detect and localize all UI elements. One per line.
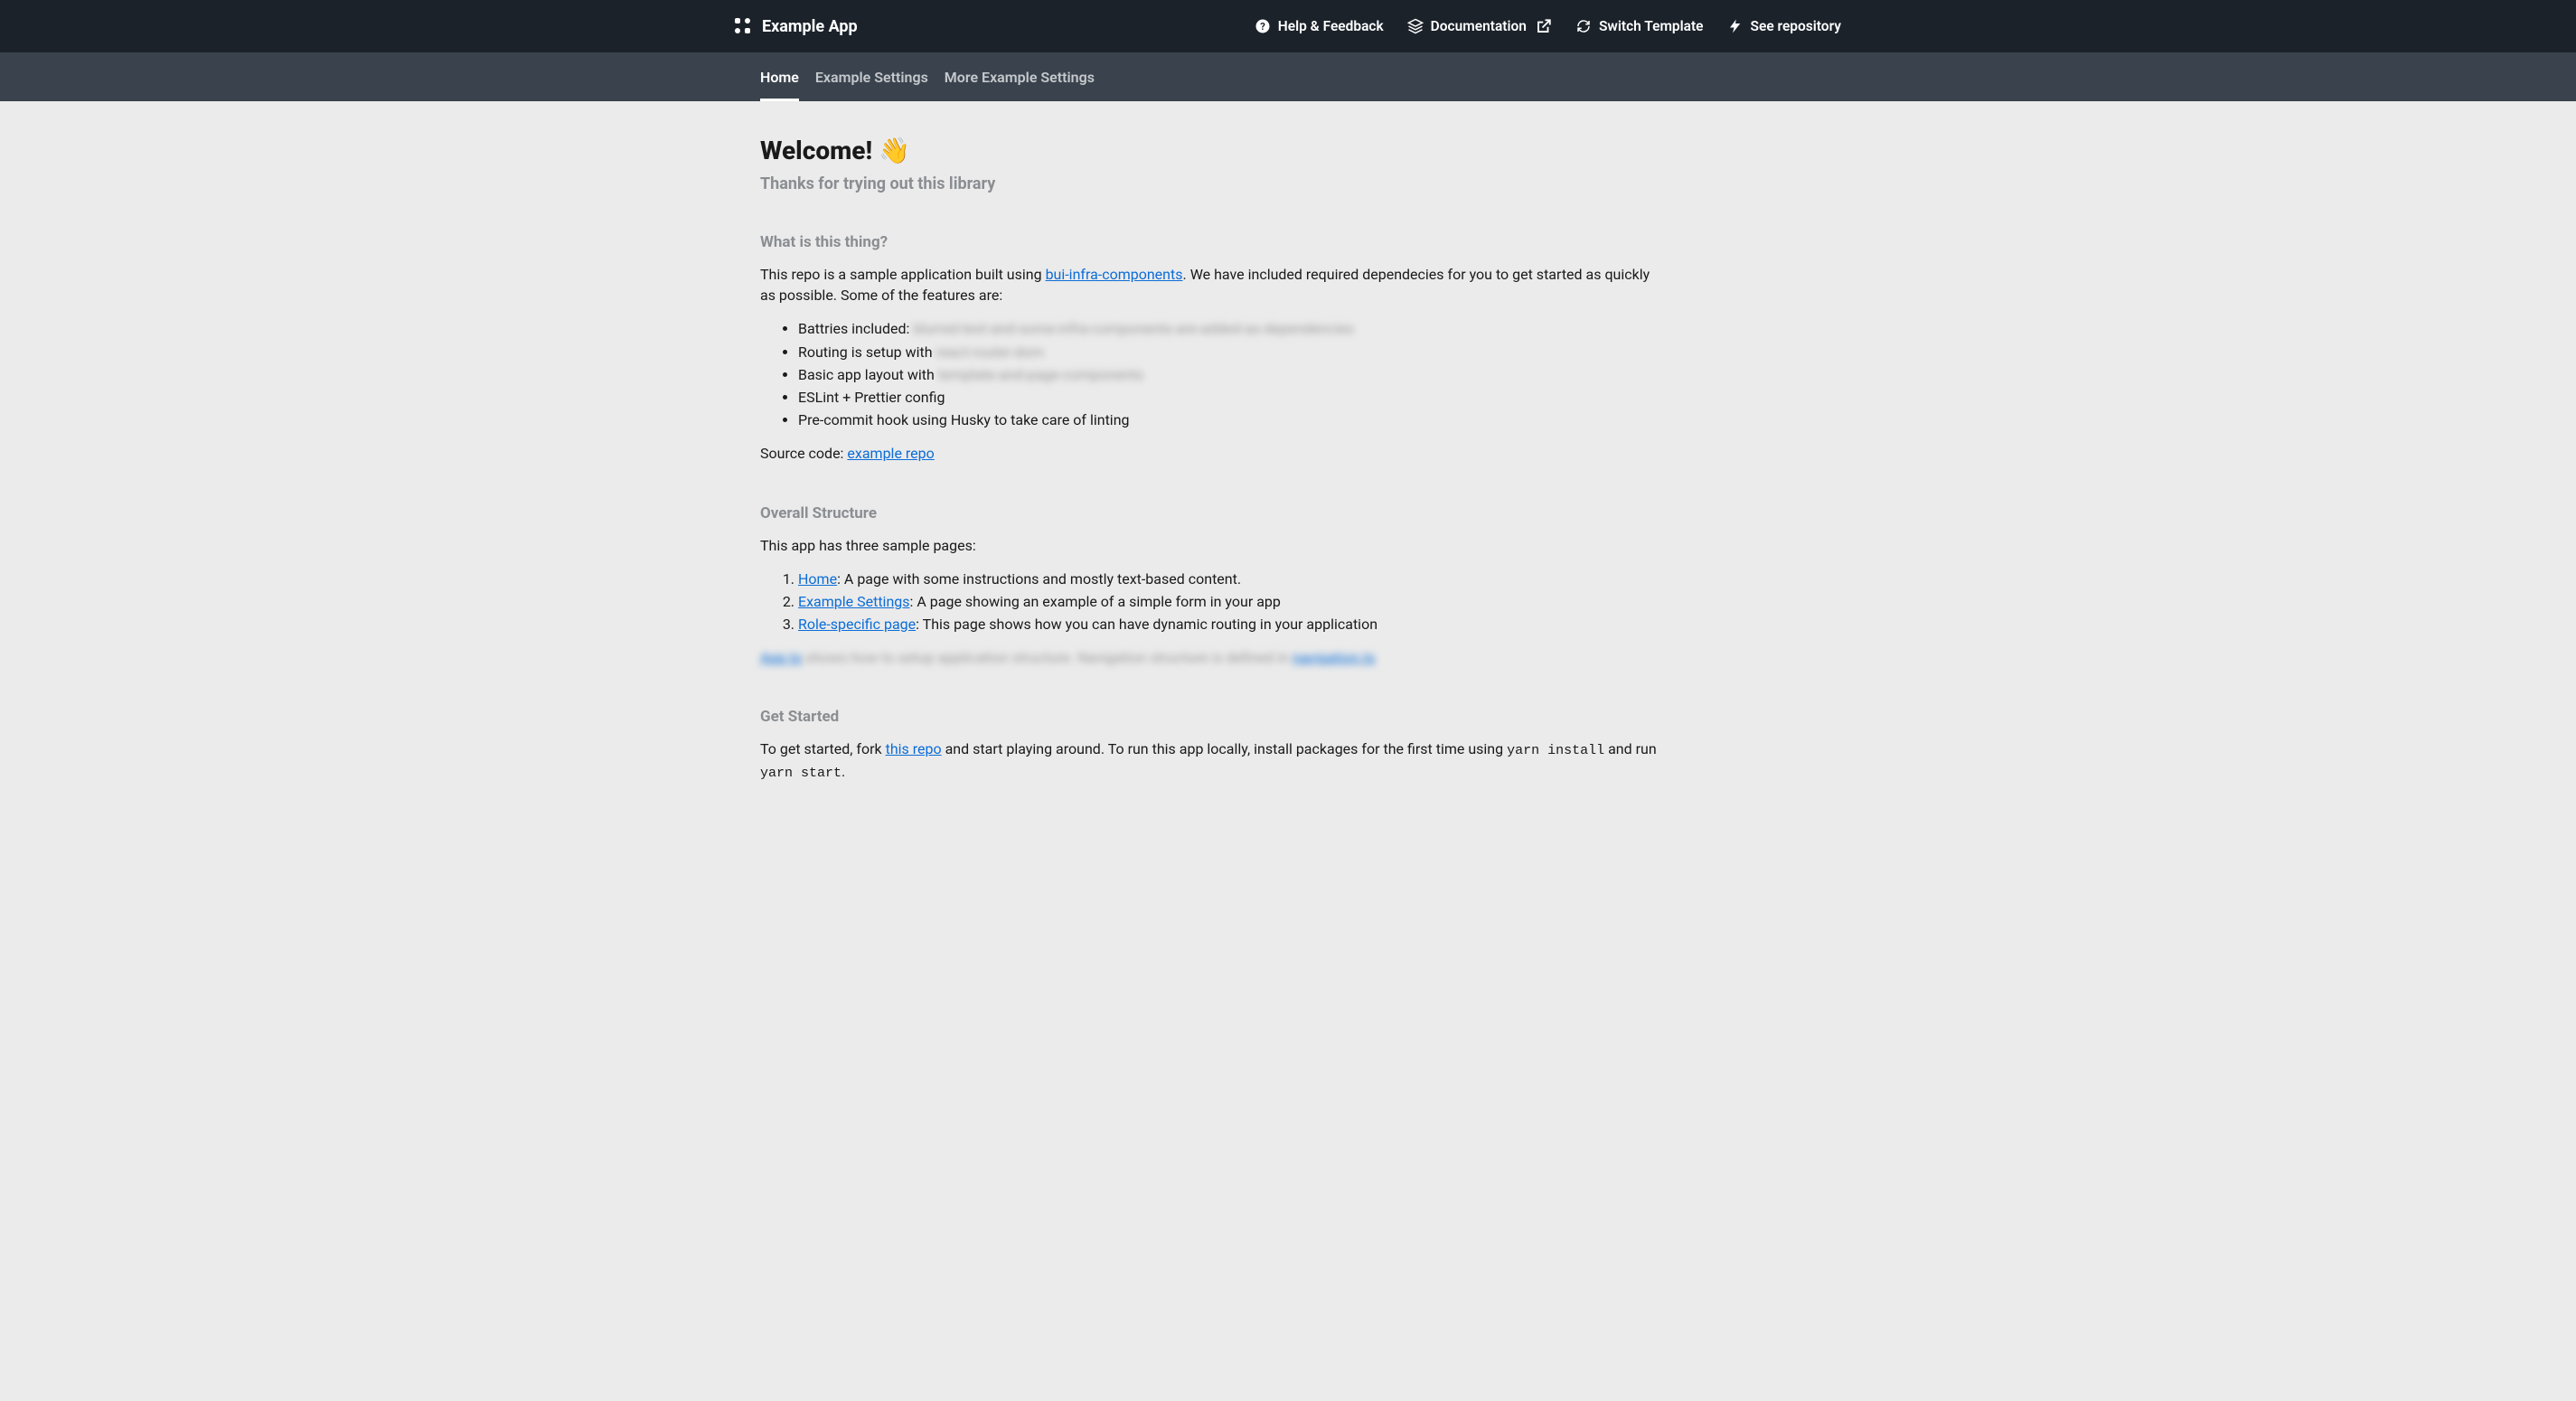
getstarted-text: To get started, fork this repo and start… [760, 738, 1664, 784]
see-repository-label: See repository [1751, 18, 1841, 34]
section-heading-what: What is this thing? [760, 233, 1664, 251]
main-content: Welcome! 👋 Thanks for trying out this li… [610, 101, 1966, 851]
list-item: Basic app layout with template-and-page-… [798, 364, 1664, 385]
switch-template-link[interactable]: Switch Template [1575, 18, 1704, 34]
tab-example-settings[interactable]: Example Settings [815, 54, 928, 101]
page-subtitle: Thanks for trying out this library [760, 174, 1664, 193]
this-repo-link[interactable]: this repo [886, 740, 942, 757]
external-link-icon [1536, 18, 1552, 34]
home-page-link[interactable]: Home [798, 570, 837, 588]
help-feedback-label: Help & Feedback [1278, 18, 1384, 34]
app-title: Example App [762, 17, 858, 36]
structure-intro: This app has three sample pages: [760, 535, 1664, 556]
refresh-icon [1575, 18, 1592, 34]
tab-more-example-settings[interactable]: More Example Settings [945, 54, 1095, 101]
switch-template-label: Switch Template [1599, 18, 1704, 34]
tab-home[interactable]: Home [760, 54, 799, 101]
top-links: ? Help & Feedback Documentation Switch T… [1255, 18, 1841, 34]
app-logo-icon [735, 18, 751, 34]
source-code-line: Source code: example repo [760, 443, 1664, 464]
structure-blurred-line: App.ts shows how to setup application st… [760, 647, 1664, 668]
docs-icon [1407, 18, 1424, 34]
page-title: Welcome! 👋 [760, 136, 1664, 165]
top-bar: Example App ? Help & Feedback Documentat… [0, 0, 2576, 52]
list-item: ESLint + Prettier config [798, 387, 1664, 408]
features-list: Battries included: blurred-text-and-some… [760, 318, 1664, 430]
help-feedback-link[interactable]: ? Help & Feedback [1255, 18, 1384, 34]
section-what-intro: This repo is a sample application built … [760, 264, 1664, 306]
pages-list: Home: A page with some instructions and … [760, 569, 1664, 635]
section-heading-structure: Overall Structure [760, 504, 1664, 522]
list-item: Pre-commit hook using Husky to take care… [798, 409, 1664, 430]
lightning-icon [1727, 18, 1744, 34]
documentation-link[interactable]: Documentation [1407, 18, 1552, 34]
list-item: Home: A page with some instructions and … [798, 569, 1664, 589]
svg-text:?: ? [1260, 21, 1265, 33]
yarn-start-code: yarn start [760, 766, 841, 781]
intro-text-before: This repo is a sample application built … [760, 266, 1046, 283]
bui-infra-components-link[interactable]: bui-infra-components [1046, 266, 1183, 283]
list-item: Role-specific page: This page shows how … [798, 614, 1664, 635]
list-item: Battries included: blurred-text-and-some… [798, 318, 1664, 339]
list-item: Routing is setup with react-router-dom [798, 342, 1664, 362]
yarn-install-code: yarn install [1507, 743, 1604, 758]
documentation-label: Documentation [1431, 18, 1527, 34]
example-repo-link[interactable]: example repo [847, 445, 934, 462]
example-settings-page-link[interactable]: Example Settings [798, 593, 910, 610]
section-heading-getstarted: Get Started [760, 708, 1664, 726]
role-specific-page-link[interactable]: Role-specific page [798, 616, 916, 633]
see-repository-link[interactable]: See repository [1727, 18, 1841, 34]
nav-bar: Home Example Settings More Example Setti… [0, 52, 2576, 101]
list-item: Example Settings: A page showing an exam… [798, 591, 1664, 612]
app-brand[interactable]: Example App [735, 17, 858, 36]
help-icon: ? [1255, 18, 1271, 34]
source-code-prefix: Source code: [760, 445, 847, 462]
